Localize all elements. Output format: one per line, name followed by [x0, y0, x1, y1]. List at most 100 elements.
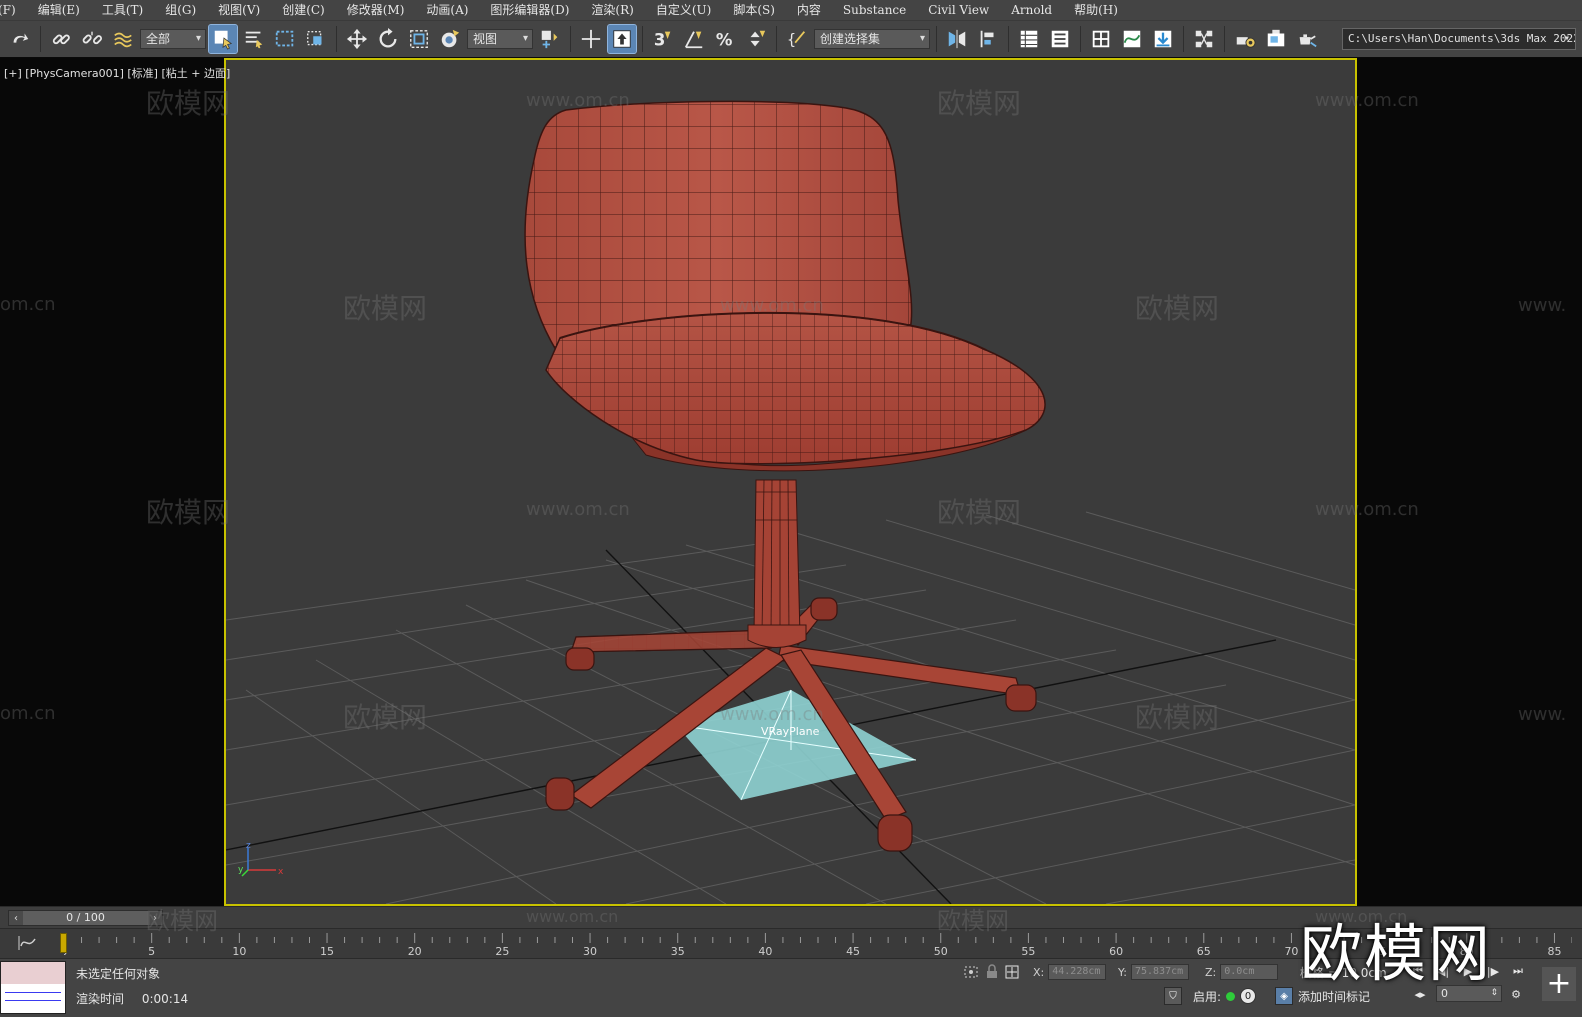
scene-canvas[interactable]: VRayPlane — [226, 60, 1355, 904]
spinner-snap-button[interactable] — [742, 25, 770, 53]
pivot-center-button[interactable] — [536, 25, 564, 53]
go-to-end-button[interactable]: ⏭ — [1508, 962, 1528, 980]
selection-filter-dropdown[interactable]: 全部 — [140, 29, 206, 49]
next-frame-arrow[interactable]: › — [148, 911, 162, 925]
current-frame-marker[interactable] — [60, 933, 67, 953]
menu-item[interactable]: 动画(A) — [415, 0, 479, 20]
menu-item[interactable]: Civil View — [917, 0, 1000, 20]
menu-item[interactable]: 脚本(S) — [722, 0, 786, 20]
rotate-button[interactable] — [374, 25, 402, 53]
unlink-button[interactable] — [78, 25, 106, 53]
spinner-snap-icon — [750, 30, 766, 47]
material-editor-button[interactable] — [1190, 25, 1218, 53]
y-coordinate-field[interactable]: 75.837cm — [1130, 964, 1189, 980]
brand-logo: 欧模网 — [1300, 917, 1493, 990]
select-by-name-button[interactable] — [240, 25, 268, 53]
timeline-tick-label: 25 — [495, 945, 509, 958]
place-icon — [441, 29, 460, 48]
rectangular-selection-button[interactable] — [271, 25, 299, 53]
x-coord-label: X: — [1033, 965, 1045, 979]
bind-space-warp-button[interactable] — [109, 25, 137, 53]
z-coordinate-field[interactable]: 0.0cm — [1220, 964, 1279, 980]
enable-indicator[interactable] — [1226, 991, 1236, 1001]
mini-curve-editor-icon[interactable] — [16, 934, 38, 952]
list-select-icon — [245, 31, 263, 49]
select-object-button[interactable] — [208, 24, 238, 54]
redo-button[interactable] — [6, 25, 34, 53]
menu-item[interactable]: 工具(T) — [91, 0, 154, 20]
active-viewport[interactable]: VRayPlane x z y — [224, 58, 1357, 906]
render-production-button[interactable] — [1293, 25, 1321, 53]
time-tag-icon[interactable]: ◈ — [1275, 987, 1294, 1005]
timeline-tick-label: 50 — [934, 945, 948, 958]
scale-icon — [410, 30, 428, 48]
scene-explorer-button[interactable] — [1015, 25, 1043, 53]
menu-item[interactable]: 渲染(R) — [580, 0, 644, 20]
timeline-tick-label: 60 — [1109, 945, 1123, 958]
named-selection-set-dropdown[interactable]: 创建选择集 — [814, 29, 930, 49]
window-crossing-button[interactable] — [302, 25, 330, 53]
isolate-selection-icon[interactable] — [962, 964, 980, 980]
viewport-label[interactable]: [+] [PhysCamera001] [标准] [粘土 + 边面] — [4, 65, 230, 81]
curve-editor-button[interactable] — [1118, 25, 1146, 53]
pivot-icon — [541, 30, 558, 49]
link-button[interactable] — [47, 25, 75, 53]
mirror-button[interactable] — [943, 25, 971, 53]
rendered-frame-window-button[interactable] — [1262, 25, 1290, 53]
menu-item[interactable]: (F) — [0, 0, 27, 20]
keyboard-shortcut-icon — [613, 30, 631, 48]
time-slider-label[interactable]: 0 / 100 — [23, 911, 148, 925]
svg-text:y: y — [238, 865, 244, 875]
timeline-tick-label: 70 — [1284, 945, 1298, 958]
axis-gizmo: x z y — [238, 842, 284, 877]
menu-item[interactable]: 修改器(M) — [336, 0, 416, 20]
time-slider[interactable]: ‹ 0 / 100 › — [8, 910, 163, 926]
menu-item[interactable]: 帮助(H) — [1063, 0, 1129, 20]
schematic-view-button[interactable] — [1149, 25, 1177, 53]
time-configuration-icon[interactable]: ⚙ — [1506, 985, 1526, 1003]
layers-icon — [1051, 30, 1069, 48]
absolute-mode-icon[interactable] — [1004, 964, 1020, 980]
prev-frame-arrow[interactable]: ‹ — [9, 911, 23, 925]
shield-icon[interactable]: ⛉ — [1164, 987, 1182, 1005]
percent-snap-button[interactable]: % — [711, 25, 739, 53]
timeline-tick-label: 55 — [1021, 945, 1035, 958]
menu-item[interactable]: Substance — [832, 0, 917, 20]
x-coordinate-field[interactable]: 44.228cm — [1048, 964, 1107, 980]
select-manipulate-button[interactable] — [577, 25, 605, 53]
edit-named-selection-button[interactable]: { — [783, 25, 811, 53]
menu-item[interactable]: 内容 — [786, 0, 832, 20]
selection-lock-icon[interactable] — [984, 964, 1000, 980]
svg-text:%: % — [716, 30, 733, 49]
maxscript-listener[interactable] — [0, 961, 66, 1014]
place-button[interactable] — [436, 25, 464, 53]
align-icon — [980, 30, 994, 48]
timeline-tick-label: 30 — [583, 945, 597, 958]
angle-snap-button[interactable] — [680, 25, 708, 53]
layer-explorer-button[interactable] — [1046, 25, 1074, 53]
snaps-toggle-button[interactable]: 3 — [649, 25, 677, 53]
render-frame-icon — [1267, 29, 1285, 47]
vray-plane-label: VRayPlane — [761, 725, 820, 738]
menu-item[interactable]: 编辑(E) — [27, 0, 91, 20]
project-folder-path[interactable]: C:\Users\Han\Documents\3ds Max 2022 — [1342, 28, 1576, 50]
menu-item[interactable]: 组(G) — [154, 0, 207, 20]
menu-item[interactable]: 视图(V) — [207, 0, 271, 20]
render-setup-button[interactable] — [1231, 25, 1259, 53]
enable-count-badge[interactable]: 0 — [1240, 988, 1257, 1004]
watermark-url: www. — [1518, 295, 1567, 316]
menu-item[interactable]: 自定义(U) — [645, 0, 722, 20]
selection-status-text: 未选定任何对象 — [76, 967, 161, 981]
keyboard-shortcut-toggle-button[interactable] — [607, 24, 637, 54]
menu-item[interactable]: Arnold — [1000, 0, 1063, 20]
menu-item[interactable]: 图形编辑器(D) — [479, 0, 580, 20]
menu-item[interactable]: 创建(C) — [271, 0, 336, 20]
menu-bar: (F)编辑(E)工具(T)组(G)视图(V)创建(C)修改器(M)动画(A)图形… — [0, 0, 1582, 20]
reference-coordinate-dropdown[interactable]: 视图 — [467, 29, 533, 49]
align-button[interactable] — [974, 25, 1002, 53]
add-button[interactable]: + — [1542, 967, 1576, 1001]
timeline-tick-label: 85 — [1547, 945, 1561, 958]
scale-button[interactable] — [405, 25, 433, 53]
toggle-ribbon-button[interactable] — [1087, 25, 1115, 53]
move-button[interactable] — [343, 25, 371, 53]
